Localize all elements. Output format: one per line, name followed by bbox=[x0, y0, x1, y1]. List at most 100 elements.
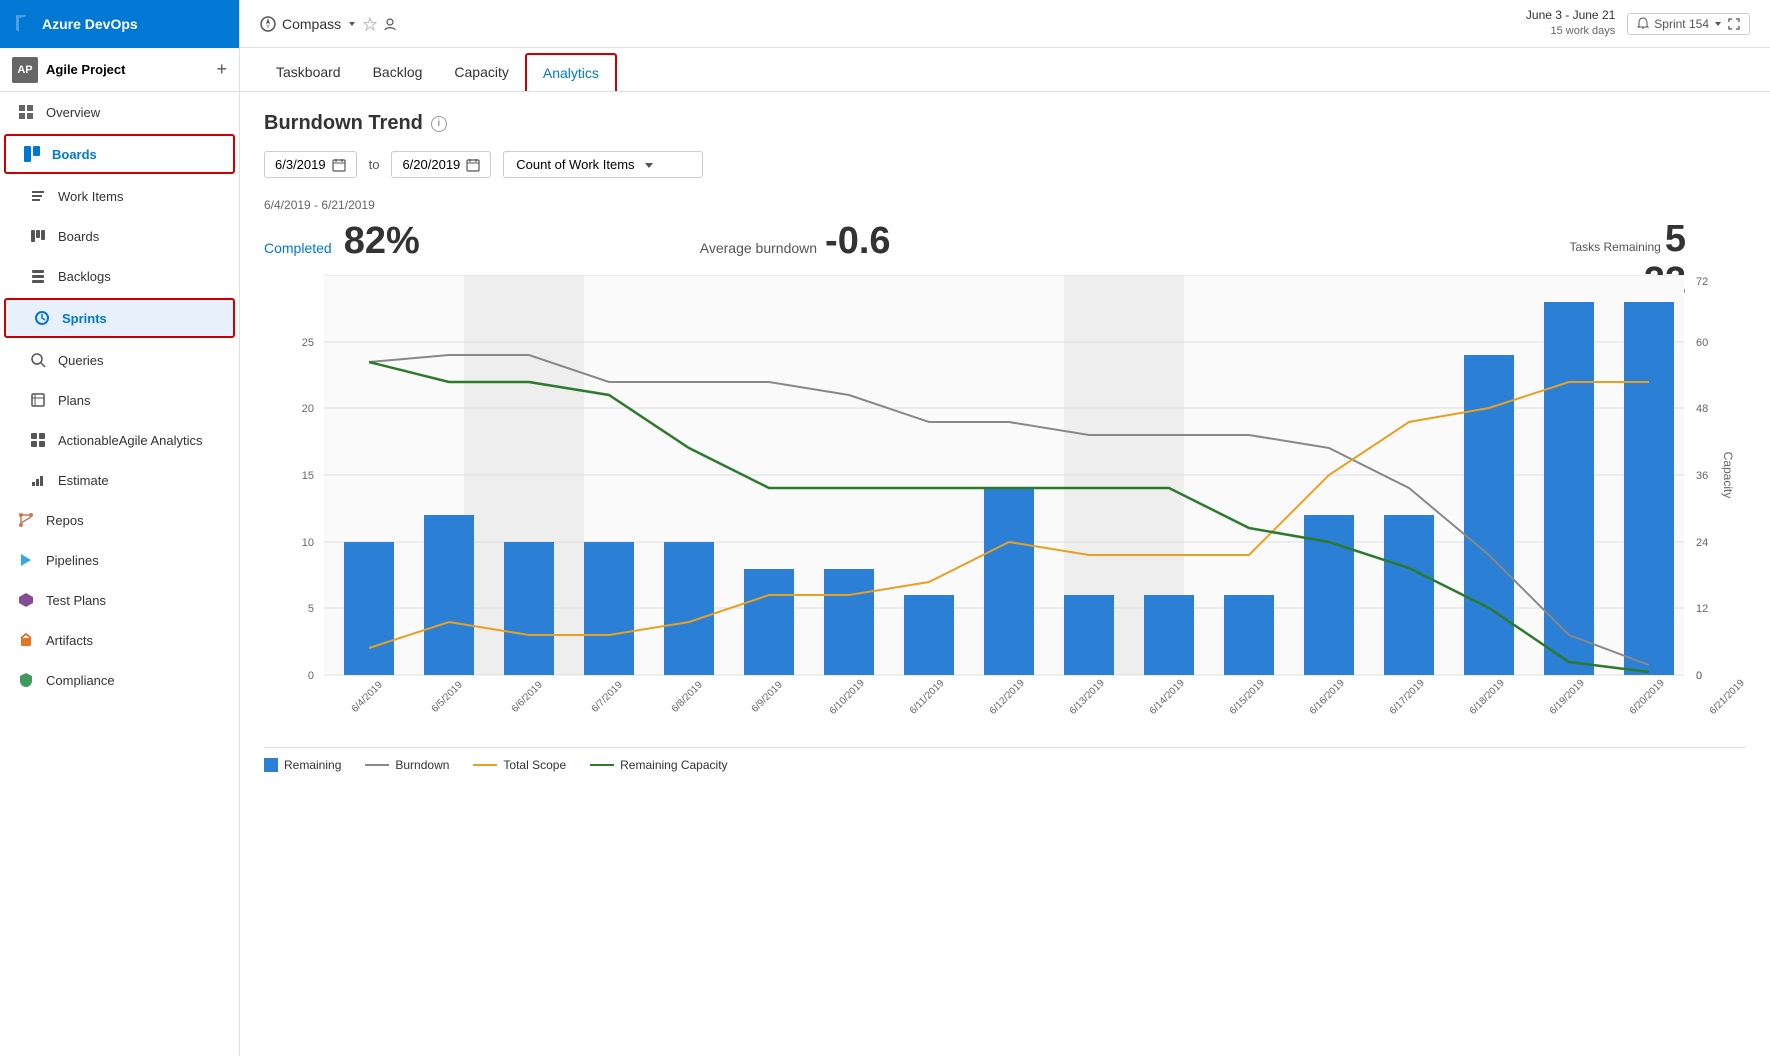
sprints-icon bbox=[32, 308, 52, 328]
main-content: Compass June 3 - June 21 15 work days Sp… bbox=[240, 0, 1770, 1056]
metric-label: Count of Work Items bbox=[516, 157, 634, 172]
sprint-selector[interactable]: Sprint 154 bbox=[1627, 13, 1750, 35]
sidebar-item-pipelines[interactable]: Pipelines bbox=[0, 540, 239, 580]
sidebar-item-actionable[interactable]: ActionableAgile Analytics bbox=[0, 420, 239, 460]
azure-devops-logo bbox=[12, 13, 34, 35]
legend-remaining: Remaining bbox=[264, 758, 341, 772]
sprint-label: Sprint 154 bbox=[1654, 17, 1709, 31]
svg-text:5: 5 bbox=[308, 603, 314, 615]
sidebar-estimate-label: Estimate bbox=[58, 473, 109, 488]
sidebar-item-backlogs[interactable]: Backlogs bbox=[0, 256, 239, 296]
legend-total-scope: Total Scope bbox=[473, 758, 566, 772]
sidebar-item-compliance[interactable]: Compliance bbox=[0, 660, 239, 700]
compass-nav[interactable]: Compass bbox=[260, 16, 397, 32]
completed-stat: Completed 82% bbox=[264, 220, 420, 263]
bar-6-6 bbox=[504, 542, 554, 675]
work-items-icon bbox=[28, 186, 48, 206]
add-project-button[interactable]: + bbox=[216, 59, 227, 80]
topbar-left: Compass bbox=[260, 16, 397, 32]
sidebar-item-overview[interactable]: Overview bbox=[0, 92, 239, 132]
legend-remaining-capacity-line bbox=[590, 764, 614, 766]
avg-burndown-label: Average burndown bbox=[700, 240, 817, 256]
bar-6-20 bbox=[1624, 302, 1674, 675]
topbar: Compass June 3 - June 21 15 work days Sp… bbox=[240, 0, 1770, 48]
svg-text:6/16/2019: 6/16/2019 bbox=[1308, 677, 1348, 717]
sprint-date-range: June 3 - June 21 15 work days bbox=[1526, 7, 1615, 39]
to-label: to bbox=[369, 157, 380, 172]
svg-text:48: 48 bbox=[1696, 403, 1708, 415]
sidebar-item-repos[interactable]: Repos bbox=[0, 500, 239, 540]
avg-burndown-value: -0.6 bbox=[825, 220, 890, 263]
svg-text:6/19/2019: 6/19/2019 bbox=[1548, 677, 1588, 717]
chart-date-range: 6/4/2019 - 6/21/2019 bbox=[264, 198, 1746, 212]
svg-text:6/12/2019: 6/12/2019 bbox=[988, 677, 1028, 717]
queries-icon bbox=[28, 350, 48, 370]
sprint-dropdown-icon bbox=[1713, 19, 1723, 29]
bar-6-11 bbox=[904, 595, 954, 675]
completed-value: 82% bbox=[344, 220, 420, 263]
tab-analytics[interactable]: Analytics bbox=[525, 53, 617, 91]
svg-text:15: 15 bbox=[302, 470, 314, 482]
sidebar-item-sprints[interactable]: Sprints bbox=[4, 298, 235, 338]
bell-icon bbox=[1636, 17, 1650, 31]
sidebar-artifacts-label: Artifacts bbox=[46, 633, 93, 648]
sidebar: Azure DevOps AP Agile Project + Overview… bbox=[0, 0, 240, 1056]
svg-text:6/21/2019: 6/21/2019 bbox=[1708, 677, 1744, 717]
svg-text:12: 12 bbox=[1696, 603, 1708, 615]
from-date-picker[interactable]: 6/3/2019 bbox=[264, 151, 357, 178]
sidebar-item-test-plans[interactable]: Test Plans bbox=[0, 580, 239, 620]
backlogs-icon bbox=[28, 266, 48, 286]
sidebar-test-plans-label: Test Plans bbox=[46, 593, 106, 608]
sidebar-item-estimate[interactable]: Estimate bbox=[0, 460, 239, 500]
svg-text:6/17/2019: 6/17/2019 bbox=[1388, 677, 1428, 717]
pipelines-icon bbox=[16, 550, 36, 570]
svg-text:Capacity: Capacity bbox=[1721, 452, 1735, 499]
metric-dropdown[interactable]: Count of Work Items bbox=[503, 151, 703, 178]
sidebar-boards-section-label: Boards bbox=[52, 147, 97, 162]
bar-6-7 bbox=[584, 542, 634, 675]
svg-text:6/15/2019: 6/15/2019 bbox=[1228, 677, 1268, 717]
person-icon bbox=[383, 17, 397, 31]
sidebar-item-work-items[interactable]: Work Items bbox=[0, 176, 239, 216]
boards-icon bbox=[22, 144, 42, 164]
boards-sub-icon bbox=[28, 226, 48, 246]
plans-icon bbox=[28, 390, 48, 410]
legend-remaining-capacity-label: Remaining Capacity bbox=[620, 758, 727, 772]
sidebar-item-queries[interactable]: Queries bbox=[0, 340, 239, 380]
svg-text:6/13/2019: 6/13/2019 bbox=[1068, 677, 1108, 717]
svg-text:20: 20 bbox=[302, 403, 314, 415]
svg-text:0: 0 bbox=[1696, 670, 1702, 682]
svg-text:25: 25 bbox=[302, 337, 314, 349]
project-header: AP Agile Project + bbox=[0, 48, 239, 92]
bar-6-19 bbox=[1544, 302, 1594, 675]
test-plans-icon bbox=[16, 590, 36, 610]
sidebar-actionable-label: ActionableAgile Analytics bbox=[58, 433, 203, 448]
bar-6-9 bbox=[744, 569, 794, 675]
tab-taskboard[interactable]: Taskboard bbox=[260, 54, 357, 92]
to-date-picker[interactable]: 6/20/2019 bbox=[391, 151, 491, 178]
sidebar-item-plans[interactable]: Plans bbox=[0, 380, 239, 420]
page-title: Burndown Trend bbox=[264, 112, 423, 135]
legend-total-scope-label: Total Scope bbox=[503, 758, 566, 772]
tab-backlog[interactable]: Backlog bbox=[357, 54, 439, 92]
date-range-line1: June 3 - June 21 bbox=[1526, 7, 1615, 24]
sidebar-queries-label: Queries bbox=[58, 353, 104, 368]
to-date-calendar-icon bbox=[466, 158, 480, 172]
bar-6-5 bbox=[424, 515, 474, 675]
svg-text:6/6/2019: 6/6/2019 bbox=[510, 679, 546, 715]
sidebar-item-artifacts[interactable]: Artifacts bbox=[0, 620, 239, 660]
chart-area: 6/4/2019 - 6/21/2019 Completed 82% Avera… bbox=[264, 198, 1746, 772]
sidebar-overview-label: Overview bbox=[46, 105, 100, 120]
sidebar-item-boards-section[interactable]: Boards bbox=[4, 134, 235, 174]
sidebar-plans-label: Plans bbox=[58, 393, 91, 408]
legend-total-scope-line bbox=[473, 764, 497, 766]
svg-text:6/4/2019: 6/4/2019 bbox=[350, 679, 386, 715]
sidebar-item-boards[interactable]: Boards bbox=[0, 216, 239, 256]
tasks-remaining-stat: Tasks Remaining 5 bbox=[1528, 220, 1686, 258]
info-icon[interactable]: i bbox=[431, 116, 447, 132]
legend-burndown-label: Burndown bbox=[395, 758, 449, 772]
bar-6-10 bbox=[824, 569, 874, 675]
sidebar-compliance-label: Compliance bbox=[46, 673, 115, 688]
estimate-icon bbox=[28, 470, 48, 490]
tab-capacity[interactable]: Capacity bbox=[438, 54, 524, 92]
